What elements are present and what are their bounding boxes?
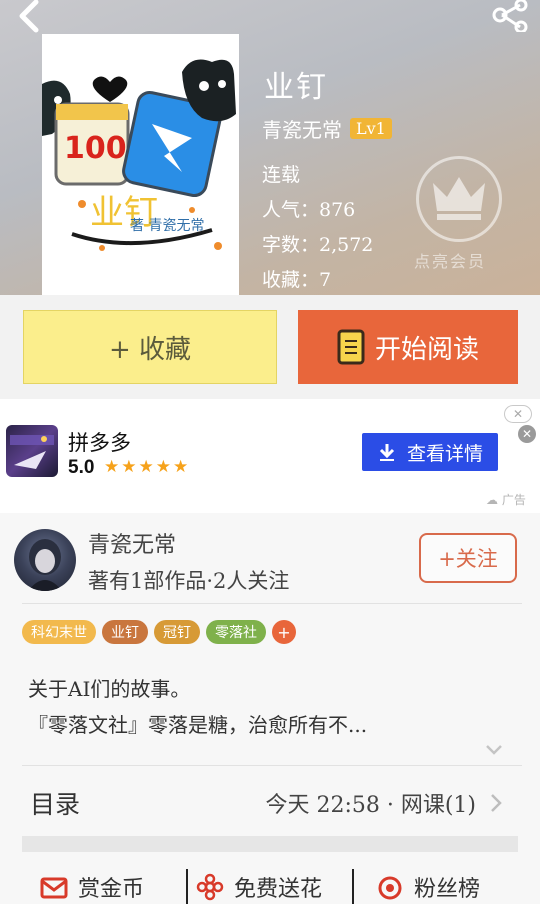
header-author-name[interactable]: 青瓷无常 bbox=[262, 114, 342, 143]
flower-icon bbox=[196, 873, 224, 901]
reward-coins-label: 赏金币 bbox=[78, 877, 145, 902]
description-line-2: 『零落文社』零落是糖，治愈所有不... bbox=[28, 713, 368, 737]
ad-stars: ★★★★★ bbox=[104, 457, 191, 477]
send-flower-label: 免费送花 bbox=[234, 877, 323, 902]
header-author-row: 青瓷无常 Lv1 bbox=[262, 114, 392, 143]
ad-rating: 5.0 bbox=[68, 457, 95, 478]
cover-art: 100 业钉 著 青瓷无常 bbox=[42, 34, 239, 295]
svg-text:100: 100 bbox=[64, 131, 127, 166]
medal-icon bbox=[378, 876, 402, 900]
follow-button[interactable]: +关注 bbox=[419, 533, 517, 583]
author-name[interactable]: 青瓷无常 bbox=[88, 527, 176, 559]
tag-society[interactable]: 零落社 bbox=[206, 620, 266, 644]
back-icon[interactable] bbox=[10, 0, 46, 34]
section-divider bbox=[22, 836, 518, 852]
bottom-action-bar: 赏金币 免费送花 粉丝榜 bbox=[0, 865, 540, 904]
ad-banner[interactable]: 拼多多 5.0 ★★★★★ 查看详情 ✕ ✕ ☁ 广告 bbox=[0, 399, 540, 513]
separator bbox=[352, 869, 354, 904]
coin-envelope-icon bbox=[40, 877, 68, 899]
ad-tag: ☁ 广告 bbox=[486, 493, 526, 507]
author-avatar[interactable] bbox=[14, 529, 76, 591]
author-works: 著有1部作品·2人关注 bbox=[88, 569, 290, 593]
description-line-1: 关于AI们的故事。 bbox=[28, 677, 191, 701]
divider bbox=[22, 603, 522, 604]
download-icon bbox=[379, 444, 395, 461]
tag-genre[interactable]: 科幻末世 bbox=[22, 620, 96, 644]
tag-list: 科幻末世 业钉 冠钉 零落社 + bbox=[22, 620, 296, 644]
send-flower-button[interactable]: 免费送花 bbox=[196, 871, 322, 903]
ad-dismiss-icon[interactable]: ✕ bbox=[518, 425, 536, 443]
vip-crown-icon[interactable] bbox=[416, 156, 502, 242]
toc-label[interactable]: 目录 bbox=[30, 785, 80, 821]
expand-chevron-icon[interactable] bbox=[484, 743, 504, 757]
divider bbox=[22, 765, 522, 766]
book-title: 业钉 bbox=[264, 70, 328, 105]
add-tag-button[interactable]: + bbox=[272, 620, 296, 644]
favorite-count: 收藏：7 bbox=[262, 269, 332, 291]
fans-rank-button[interactable]: 粉丝榜 bbox=[376, 871, 480, 903]
serial-status: 连载 bbox=[262, 164, 301, 186]
tag-title[interactable]: 业钉 bbox=[102, 620, 148, 644]
ad-app-name: 拼多多 bbox=[68, 432, 131, 455]
book-cover[interactable]: 100 业钉 著 青瓷无常 bbox=[42, 34, 239, 295]
separator bbox=[186, 869, 188, 904]
book-icon bbox=[337, 329, 365, 365]
level-badge: Lv1 bbox=[350, 118, 392, 139]
fans-rank-label: 粉丝榜 bbox=[414, 877, 481, 902]
word-count: 字数：2,572 bbox=[262, 234, 374, 256]
start-reading-label: 开始阅读 bbox=[374, 334, 479, 365]
start-reading-button[interactable]: 开始阅读 bbox=[298, 310, 518, 384]
popularity-count: 人气：876 bbox=[262, 199, 356, 221]
action-row: + 收藏 开始阅读 bbox=[0, 295, 540, 399]
vip-label[interactable]: 点亮会员 bbox=[414, 248, 486, 272]
author-section: 青瓷无常 著有1部作品·2人关注 +关注 科幻末世 业钉 冠钉 零落社 + 关于… bbox=[0, 513, 540, 904]
favorite-button[interactable]: + 收藏 bbox=[23, 310, 277, 384]
share-icon[interactable] bbox=[490, 0, 530, 32]
tag-crown[interactable]: 冠钉 bbox=[154, 620, 200, 644]
ad-close-icon[interactable]: ✕ bbox=[504, 405, 532, 423]
ad-details-button[interactable]: 查看详情 bbox=[362, 433, 498, 471]
svg-text:著 青瓷无常: 著 青瓷无常 bbox=[130, 218, 204, 234]
book-header: 100 业钉 著 青瓷无常 业钉 青瓷无常 Lv1 连载 人气：876 字数：2… bbox=[0, 0, 540, 295]
ad-details-label: 查看详情 bbox=[406, 443, 483, 465]
latest-chapter[interactable]: 今天 22:58 · 网课(1) bbox=[265, 787, 476, 819]
ad-app-logo bbox=[6, 425, 58, 477]
chevron-right-icon[interactable] bbox=[490, 793, 502, 813]
reward-coins-button[interactable]: 赏金币 bbox=[40, 871, 144, 903]
